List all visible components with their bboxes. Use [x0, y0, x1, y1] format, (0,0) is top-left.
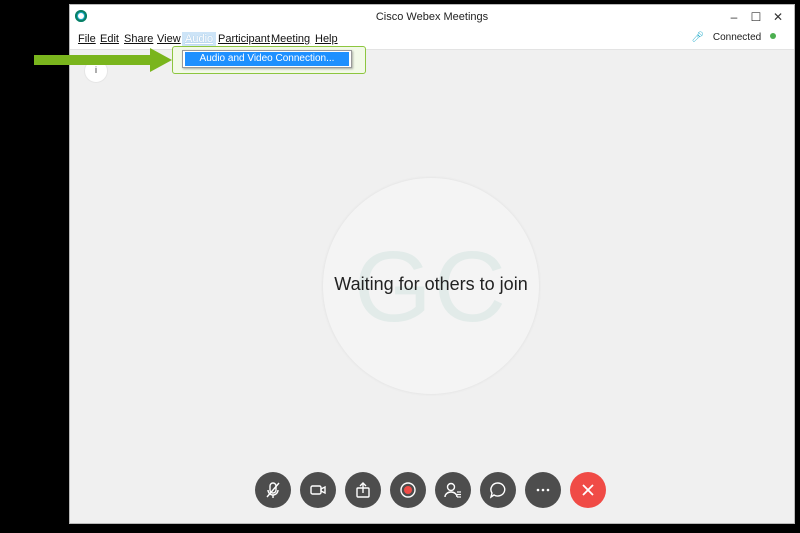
- menu-view[interactable]: View: [154, 32, 184, 46]
- mute-button[interactable]: [255, 472, 291, 508]
- record-icon: [400, 482, 416, 498]
- mute-mic-icon: [266, 482, 280, 498]
- end-call-icon: [582, 484, 594, 496]
- mic-status-icon: 🎤︎: [691, 32, 705, 43]
- title-bar: Cisco Webex Meetings – ☐ ✕: [70, 5, 794, 29]
- chat-icon: [489, 482, 506, 499]
- connected-dot-icon: [770, 33, 776, 39]
- window-title: Cisco Webex Meetings: [375, 11, 489, 23]
- menu-audio[interactable]: Audio: [182, 32, 217, 46]
- maximize-icon[interactable]: ☐: [746, 8, 766, 26]
- menu-meeting[interactable]: Meeting: [268, 32, 313, 46]
- more-icon: [536, 488, 550, 492]
- record-button[interactable]: [390, 472, 426, 508]
- connection-status: 🎤︎ Connected: [691, 32, 776, 43]
- share-button[interactable]: [345, 472, 381, 508]
- participants-button[interactable]: [435, 472, 471, 508]
- waiting-message: Waiting for others to join: [334, 274, 528, 294]
- menu-edit[interactable]: Edit: [97, 32, 122, 46]
- more-button[interactable]: [525, 472, 561, 508]
- audio-dropdown-menu: Audio and Video Connection...: [182, 50, 352, 68]
- share-icon: [356, 482, 370, 498]
- video-camera-icon: [310, 485, 326, 495]
- pointer-arrow-icon: [34, 48, 172, 72]
- participants-icon: [444, 482, 461, 498]
- chat-button[interactable]: [480, 472, 516, 508]
- menu-help[interactable]: Help: [312, 32, 341, 46]
- menu-participant[interactable]: Participant: [215, 32, 273, 46]
- video-button[interactable]: [300, 472, 336, 508]
- close-icon[interactable]: ✕: [768, 8, 788, 26]
- webex-window: Cisco Webex Meetings – ☐ ✕ File Edit Sha…: [70, 5, 794, 523]
- audio-video-connection-item[interactable]: Audio and Video Connection...: [185, 52, 349, 66]
- menu-share[interactable]: Share: [121, 32, 156, 46]
- end-call-button[interactable]: [570, 472, 606, 508]
- minimize-icon[interactable]: –: [724, 8, 744, 26]
- menu-file[interactable]: File: [75, 32, 99, 46]
